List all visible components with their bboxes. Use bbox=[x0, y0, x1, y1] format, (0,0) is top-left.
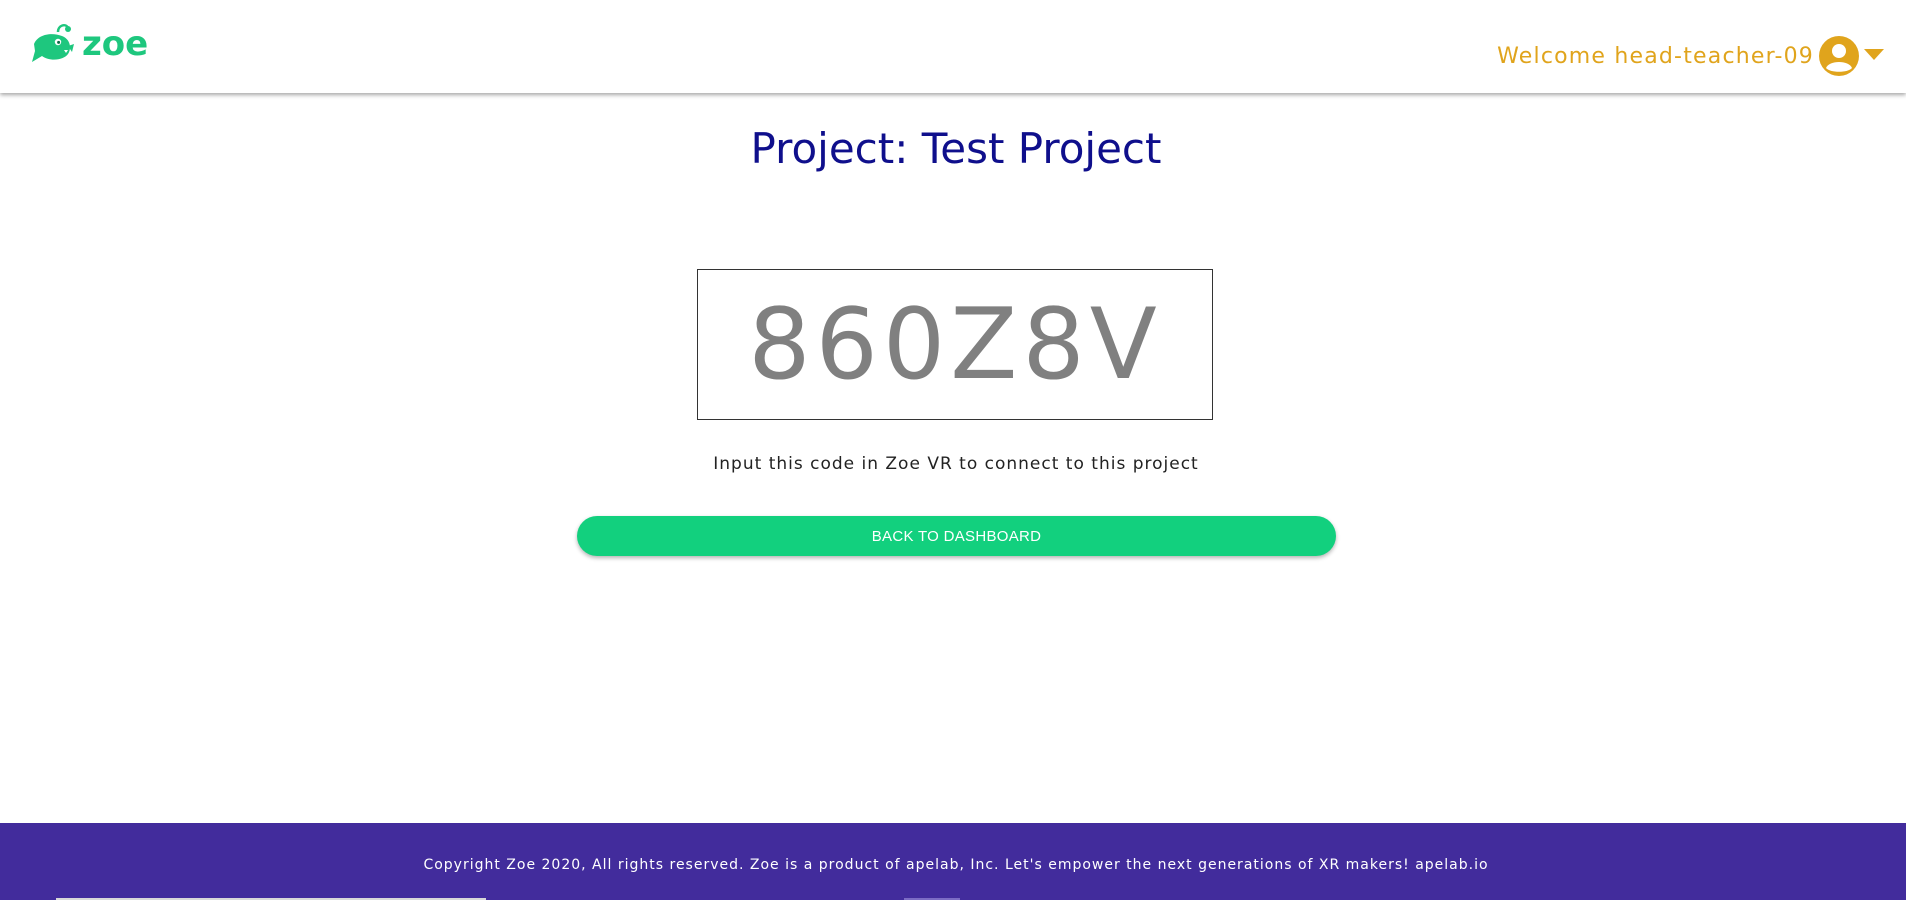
project-code: 860Z8V bbox=[748, 287, 1162, 402]
caret-down-icon bbox=[1864, 48, 1884, 60]
top-header: zoe Welcome head-teacher-09 bbox=[0, 0, 1906, 93]
footer: Copyright Zoe 2020, All rights reserved.… bbox=[0, 823, 1906, 900]
back-to-dashboard-button[interactable]: BACK TO DASHBOARD bbox=[577, 516, 1336, 556]
page-title: Project: Test Project bbox=[750, 124, 1162, 173]
page: zoe Welcome head-teacher-09 Project: Tes… bbox=[0, 0, 1906, 900]
user-menu[interactable]: Welcome head-teacher-09 bbox=[1497, 34, 1884, 78]
welcome-text: Welcome head-teacher-09 bbox=[1497, 43, 1814, 69]
logo-text: zoe bbox=[82, 24, 149, 64]
zoe-logo[interactable]: zoe bbox=[28, 22, 148, 66]
project-code-box: 860Z8V bbox=[697, 269, 1213, 420]
footer-copyright: Copyright Zoe 2020, All rights reserved.… bbox=[423, 857, 1489, 873]
connect-hint: Input this code in Zoe VR to connect to … bbox=[713, 454, 1199, 474]
anglerfish-logo-icon bbox=[32, 23, 74, 62]
user-circle-icon bbox=[1819, 36, 1859, 76]
